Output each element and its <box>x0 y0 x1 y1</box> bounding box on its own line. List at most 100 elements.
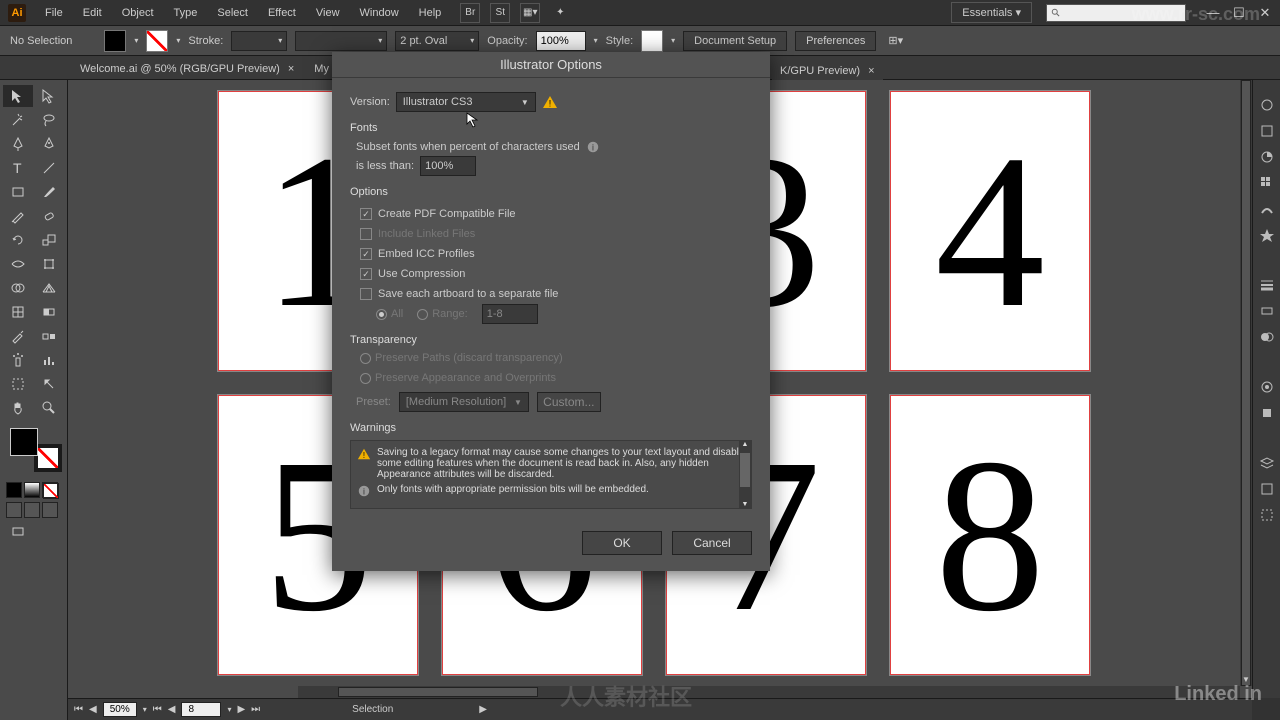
brush-definition[interactable]: 2 pt. Oval▾ <box>395 31 479 51</box>
perspective-grid-tool[interactable] <box>35 277 65 299</box>
eyedropper-tool[interactable] <box>3 325 33 347</box>
menu-type[interactable]: Type <box>165 4 207 22</box>
tab-close-icon[interactable]: × <box>868 65 874 77</box>
version-dropdown[interactable]: Illustrator CS3▼ <box>396 92 536 112</box>
status-next-icon[interactable]: ▶ <box>479 704 487 715</box>
nav-prev-icon[interactable]: ◀ <box>89 704 97 715</box>
gpu-icon[interactable]: ✦ <box>550 3 570 23</box>
style-swatch[interactable] <box>641 30 663 52</box>
menu-edit[interactable]: Edit <box>74 4 111 22</box>
info-icon[interactable]: i <box>586 140 600 154</box>
menu-select[interactable]: Select <box>208 4 257 22</box>
asset-export-panel-icon[interactable] <box>1256 478 1278 500</box>
color-mode-icon[interactable] <box>6 482 22 498</box>
free-transform-tool[interactable] <box>35 253 65 275</box>
zoom-field[interactable]: 50% <box>103 702 137 717</box>
workspace-switcher[interactable]: Essentials ▾ <box>951 2 1032 23</box>
graphic-styles-panel-icon[interactable] <box>1256 402 1278 424</box>
close-icon[interactable]: ✕ <box>1258 5 1272 21</box>
draw-behind-icon[interactable] <box>24 502 40 518</box>
color-panel-icon[interactable] <box>1256 146 1278 168</box>
menu-object[interactable]: Object <box>113 4 163 22</box>
zoom-tool[interactable] <box>35 397 65 419</box>
curvature-tool[interactable] <box>35 133 65 155</box>
artboard-tool[interactable] <box>3 373 33 395</box>
slice-tool[interactable] <box>35 373 65 395</box>
pen-tool[interactable] <box>3 133 33 155</box>
subset-input[interactable]: 100% <box>420 156 476 176</box>
preferences-button[interactable]: Preferences <box>795 31 876 51</box>
ok-button[interactable]: OK <box>582 531 662 555</box>
draw-inside-icon[interactable] <box>42 502 58 518</box>
menu-file[interactable]: File <box>36 4 72 22</box>
save-separate-checkbox[interactable]: Save each artboard to a separate file <box>350 284 752 304</box>
maximize-icon[interactable]: ☐ <box>1232 5 1246 21</box>
warnings-scrollbar[interactable]: ▲▼ <box>739 441 751 508</box>
shaper-tool[interactable] <box>3 205 33 227</box>
nav-first-icon[interactable]: ⏮ <box>74 704 83 715</box>
none-mode-icon[interactable] <box>42 482 58 498</box>
menu-window[interactable]: Window <box>351 4 408 22</box>
selection-tool[interactable] <box>3 85 33 107</box>
direct-selection-tool[interactable] <box>35 85 65 107</box>
normal-draw-icon[interactable] <box>6 502 22 518</box>
scale-tool[interactable] <box>35 229 65 251</box>
mesh-tool[interactable] <box>3 301 33 323</box>
embed-icc-checkbox[interactable]: Embed ICC Profiles <box>350 244 752 264</box>
menu-effect[interactable]: Effect <box>259 4 305 22</box>
artboard-last-icon[interactable]: ⏭ <box>251 704 260 715</box>
stroke-weight[interactable]: ▾ <box>231 31 287 51</box>
appearance-panel-icon[interactable] <box>1256 376 1278 398</box>
eraser-tool[interactable] <box>35 205 65 227</box>
stroke-panel-icon[interactable] <box>1256 274 1278 296</box>
gradient-mode-icon[interactable] <box>24 482 40 498</box>
width-tool[interactable] <box>3 253 33 275</box>
stroke-swatch[interactable] <box>146 30 168 52</box>
artboard-nav-prev-icon[interactable]: ◀ <box>168 704 176 715</box>
stock-icon[interactable]: St <box>490 3 510 23</box>
fill-swatch[interactable] <box>104 30 126 52</box>
menu-view[interactable]: View <box>307 4 349 22</box>
type-tool[interactable]: T <box>3 157 33 179</box>
gradient-panel-icon[interactable] <box>1256 300 1278 322</box>
document-setup-button[interactable]: Document Setup <box>683 31 787 51</box>
rectangle-tool[interactable] <box>3 181 33 203</box>
bridge-icon[interactable]: Br <box>460 3 480 23</box>
use-compression-checkbox[interactable]: Use Compression <box>350 264 752 284</box>
magic-wand-tool[interactable] <box>3 109 33 131</box>
minimize-icon[interactable]: — <box>1206 5 1220 21</box>
line-tool[interactable] <box>35 157 65 179</box>
transparency-panel-icon[interactable] <box>1256 326 1278 348</box>
artboard-nav-field[interactable]: 8 <box>181 702 221 717</box>
rotate-tool[interactable] <box>3 229 33 251</box>
create-pdf-checkbox[interactable]: Create PDF Compatible File <box>350 204 752 224</box>
symbol-sprayer-tool[interactable] <box>3 349 33 371</box>
column-graph-tool[interactable] <box>35 349 65 371</box>
vertical-scrollbar[interactable]: ▲▼ <box>1240 80 1252 686</box>
brushes-panel-icon[interactable] <box>1256 198 1278 220</box>
swatches-panel-icon[interactable] <box>1256 172 1278 194</box>
search-input[interactable] <box>1046 4 1186 22</box>
layers-panel-icon[interactable] <box>1256 452 1278 474</box>
symbols-panel-icon[interactable] <box>1256 224 1278 246</box>
libraries-panel-icon[interactable] <box>1256 120 1278 142</box>
tab-close-icon[interactable]: × <box>288 63 294 75</box>
align-icon[interactable]: ⊞▾ <box>888 34 903 47</box>
opacity-input[interactable]: 100% <box>536 31 586 51</box>
gradient-tool[interactable] <box>35 301 65 323</box>
horizontal-scrollbar[interactable] <box>298 686 1240 698</box>
shape-builder-tool[interactable] <box>3 277 33 299</box>
lasso-tool[interactable] <box>35 109 65 131</box>
hand-tool[interactable] <box>3 397 33 419</box>
scroll-down-icon[interactable]: ▼ <box>1240 674 1252 686</box>
artboards-panel-icon[interactable] <box>1256 504 1278 526</box>
arrange-docs-icon[interactable]: ▦▾ <box>520 3 540 23</box>
tab-welcome[interactable]: Welcome.ai @ 50% (RGB/GPU Preview)× <box>70 59 304 79</box>
menu-help[interactable]: Help <box>410 4 451 22</box>
artboard-nav-next-icon[interactable]: ▶ <box>237 704 245 715</box>
paintbrush-tool[interactable] <box>35 181 65 203</box>
variable-width-profile[interactable]: ▾ <box>295 31 387 51</box>
cancel-button[interactable]: Cancel <box>672 531 752 555</box>
properties-panel-icon[interactable] <box>1256 94 1278 116</box>
artboard-prev-icon[interactable]: ⏮ <box>153 704 162 715</box>
